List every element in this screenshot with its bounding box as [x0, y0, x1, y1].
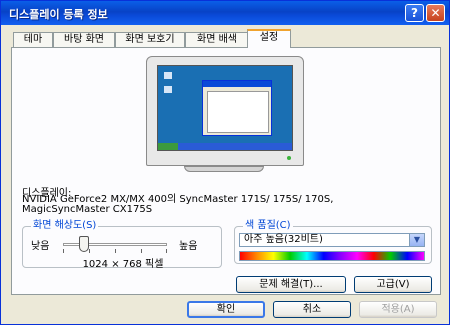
- resolution-value: 1024 × 768 픽셀: [82, 259, 164, 270]
- display-properties-window: 디스플레이 등록 정보 ? ✕ 테마 바탕 화면 화면 보호기 화면 배색 설정: [0, 0, 450, 325]
- title-bar[interactable]: 디스플레이 등록 정보 ? ✕: [1, 1, 449, 25]
- tab-desktop[interactable]: 바탕 화면: [53, 32, 115, 47]
- color-quality-select[interactable]: 아주 높음(32비트) ▼: [239, 233, 425, 247]
- tab-screensaver[interactable]: 화면 보호기: [115, 32, 185, 47]
- tab-settings[interactable]: 설정: [247, 29, 291, 48]
- window-title: 디스플레이 등록 정보: [9, 8, 108, 21]
- color-quality-group: 색 품질(C) 아주 높음(32비트) ▼: [234, 220, 432, 264]
- settings-panel: 디스플레이: NVIDIA GeForce2 MX/MX 400의 SyncMa…: [11, 47, 441, 295]
- resolution-slider-ticks: [63, 249, 167, 253]
- troubleshoot-button[interactable]: 문제 해결(T)...: [236, 276, 346, 293]
- display-device-name: NVIDIA GeForce2 MX/MX 400의 SyncMaster 17…: [22, 194, 334, 215]
- resolution-group: 화면 해상도(S) 낮음 높음 1024 × 768 픽셀: [22, 220, 222, 270]
- ok-button[interactable]: 확인: [187, 301, 265, 318]
- tab-appearance[interactable]: 화면 배색: [185, 32, 249, 47]
- close-button[interactable]: ✕: [426, 4, 445, 22]
- resolution-slider-thumb[interactable]: [78, 236, 89, 252]
- advanced-button[interactable]: 고급(V): [354, 276, 432, 293]
- preview-window: [202, 80, 272, 136]
- monitor-stand: [184, 166, 264, 172]
- power-led-icon: [287, 156, 291, 160]
- resolution-low-label: 낮음: [31, 241, 50, 252]
- monitor-screen: [157, 65, 293, 151]
- monitor-preview: [146, 56, 304, 166]
- resolution-group-label: 화면 해상도(S): [31, 220, 99, 232]
- color-spectrum-bar: [239, 251, 425, 261]
- help-button[interactable]: ?: [405, 4, 424, 22]
- preview-start-button: [158, 143, 178, 150]
- color-quality-value: 아주 높음(32비트): [244, 234, 323, 245]
- tab-themes[interactable]: 테마: [13, 32, 53, 47]
- chevron-down-icon[interactable]: ▼: [409, 234, 424, 246]
- apply-button[interactable]: 적용(A): [359, 301, 437, 318]
- color-quality-label: 색 품질(C): [243, 220, 293, 232]
- preview-taskbar: [158, 143, 292, 150]
- resolution-high-label: 높음: [179, 241, 198, 252]
- desktop-icon: [164, 86, 172, 93]
- cancel-button[interactable]: 취소: [273, 301, 351, 318]
- desktop-icon: [164, 72, 172, 79]
